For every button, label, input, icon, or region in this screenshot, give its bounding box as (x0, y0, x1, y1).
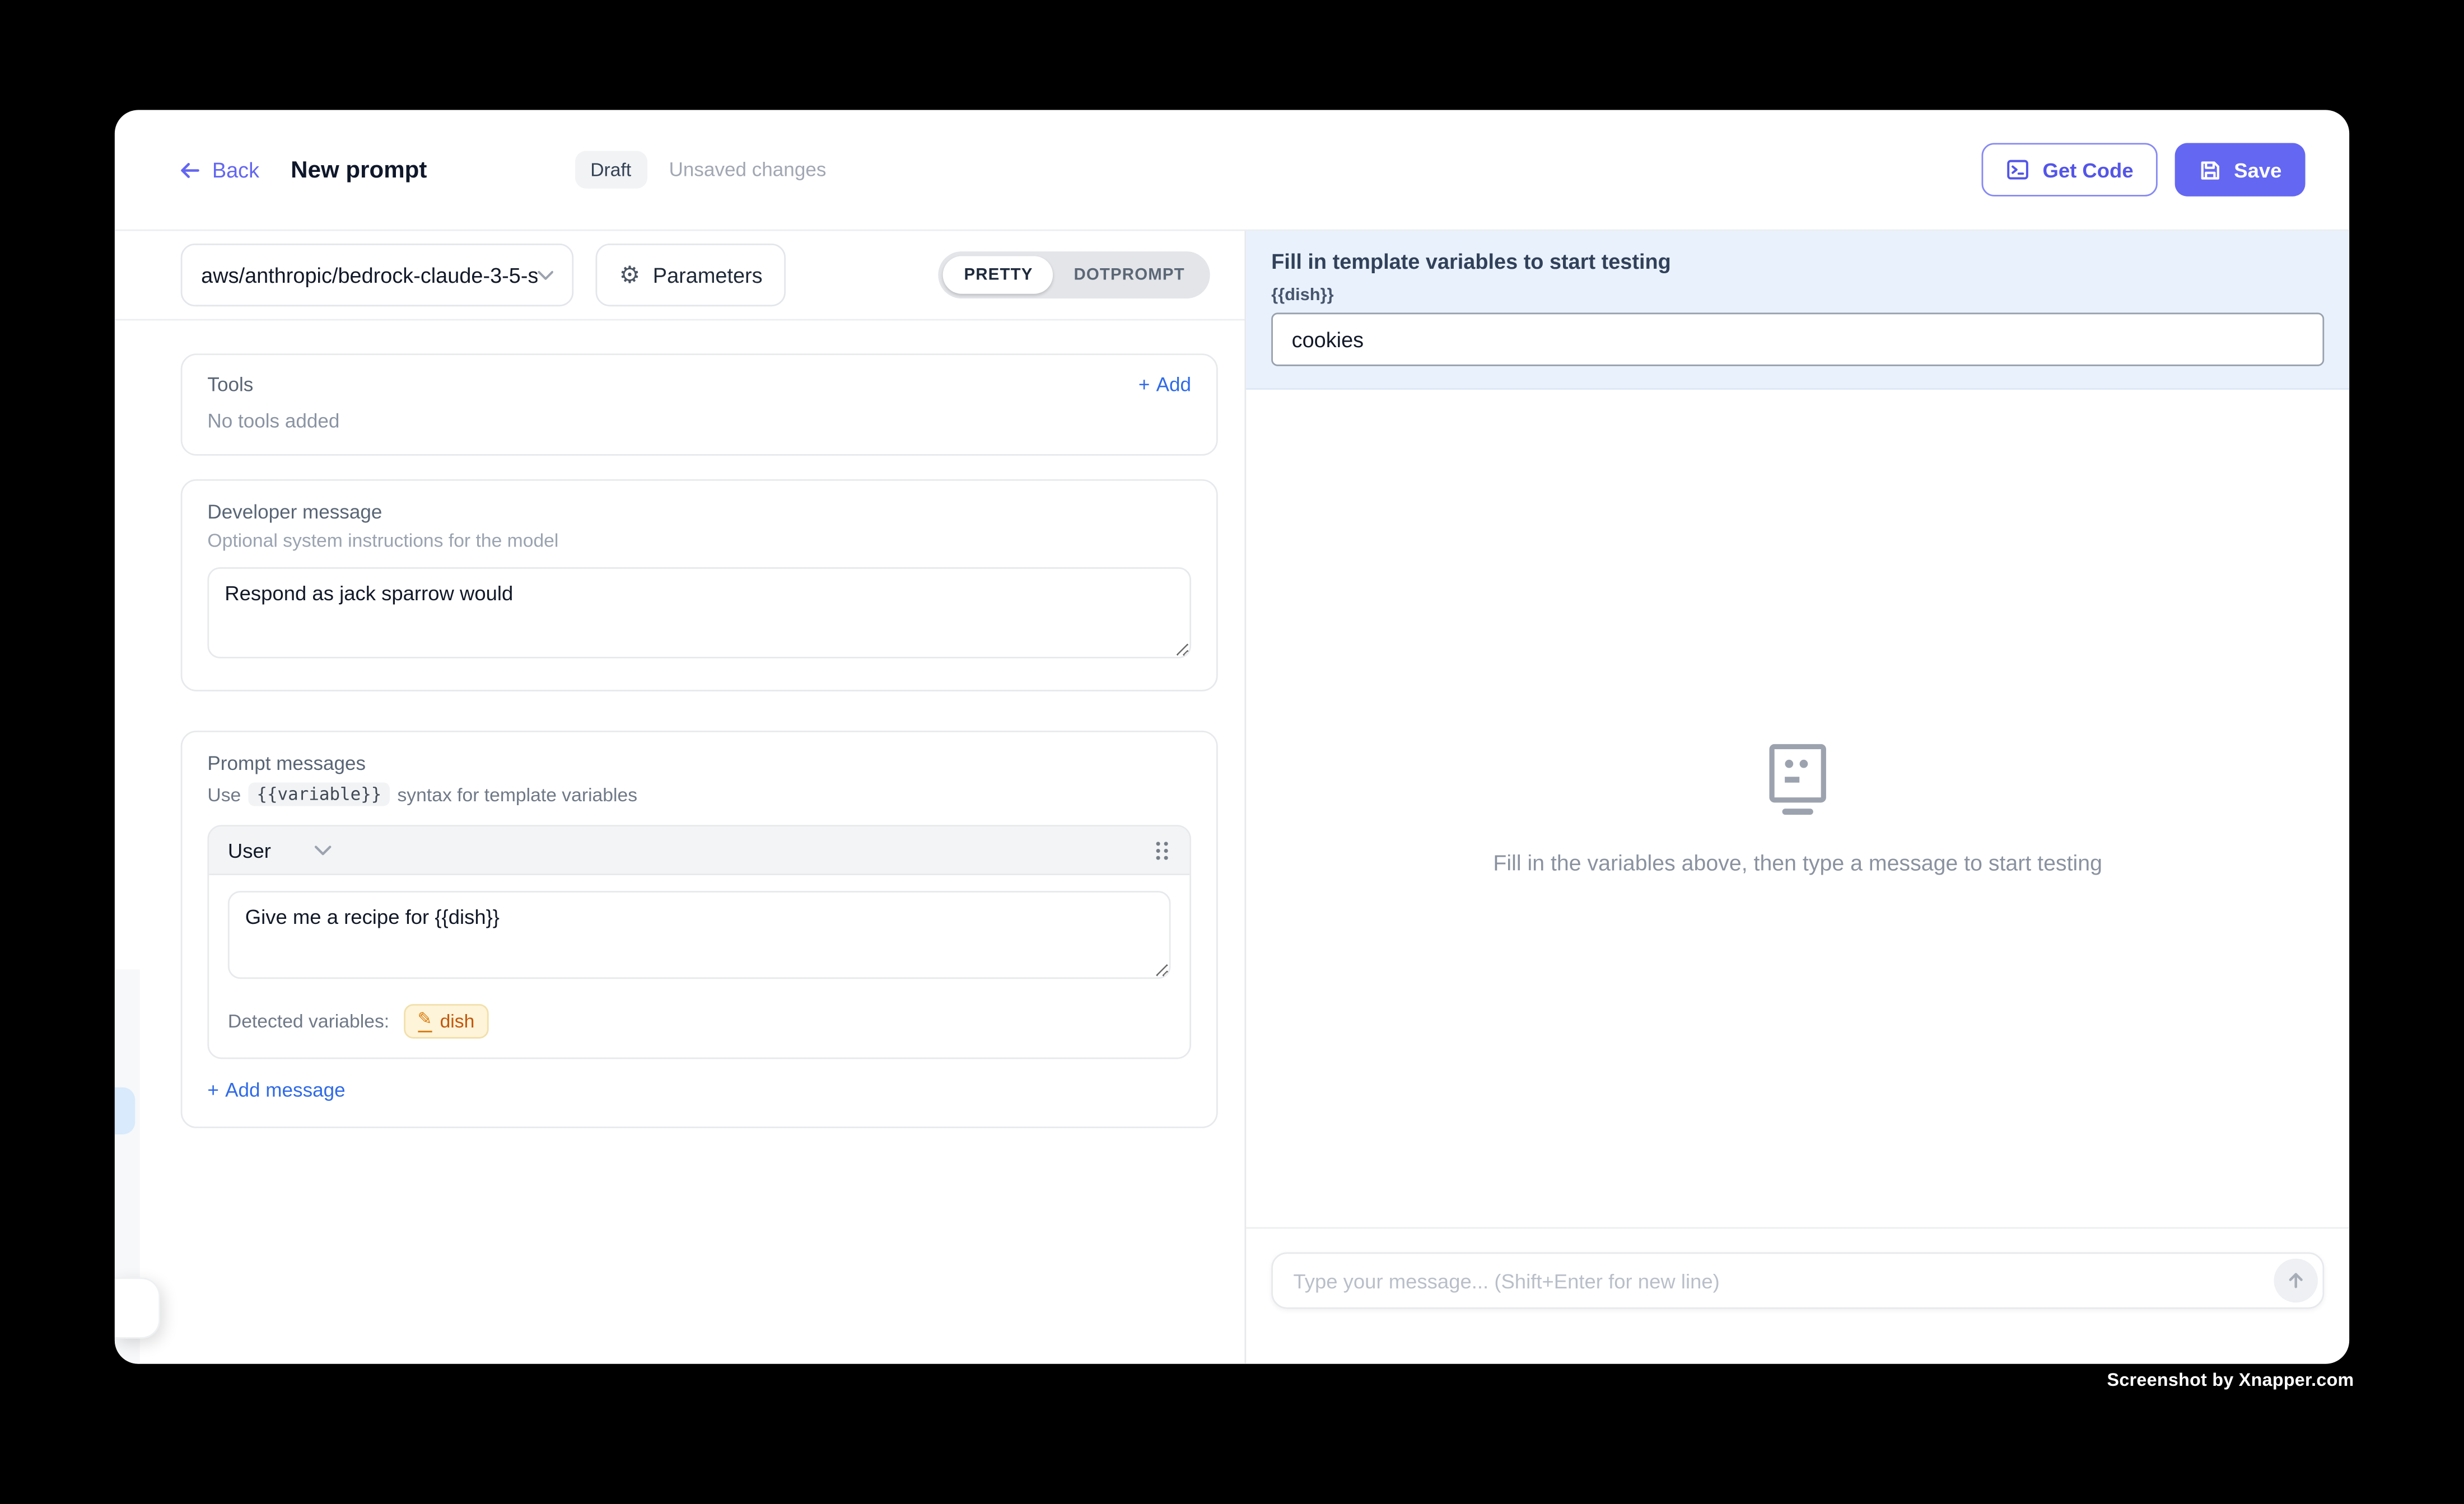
variable-chip-dish[interactable]: ✎ dish (403, 1004, 488, 1039)
chevron-down-icon (315, 844, 332, 856)
window-body: aws/anthropic/bedrock-claude-3-5-s... ⚙ … (115, 231, 2349, 1363)
add-message-button[interactable]: + Add message (207, 1080, 345, 1101)
developer-message-title: Developer message (207, 501, 1191, 523)
variable-syntax-hint: Use {{variable}} syntax for template var… (207, 782, 1191, 806)
screenshot-stage: Back New prompt Draft Unsaved changes Ge… (0, 0, 2464, 1503)
developer-message-subtitle: Optional system instructions for the mod… (207, 530, 1191, 552)
page-title: New prompt (291, 156, 427, 183)
variable-dish-label: {{dish}} (1271, 286, 2324, 305)
chevron-down-icon (537, 269, 553, 281)
prompt-messages-card: Prompt messages Use {{variable}} syntax … (181, 731, 1218, 1128)
chat-message-input[interactable] (1271, 1252, 2324, 1309)
terminal-icon (2005, 157, 2030, 183)
variable-chip-label: dish (440, 1010, 475, 1032)
window-header: Back New prompt Draft Unsaved changes Ge… (115, 110, 2349, 231)
model-selector[interactable]: aws/anthropic/bedrock-claude-3-5-s... (181, 244, 574, 306)
message-role-row: User (209, 826, 1189, 875)
save-icon (2198, 158, 2222, 181)
message-block: User (207, 825, 1191, 1059)
sidebar-peek-popover (115, 1277, 160, 1338)
add-message-label: Add message (225, 1080, 345, 1101)
hint-prefix: Use (207, 783, 241, 805)
tools-empty-text: No tools added (207, 410, 1191, 432)
add-tool-label: Add (1156, 374, 1191, 396)
xnapper-watermark: Screenshot by Xnapper.com (2107, 1372, 2354, 1391)
unsaved-changes-label: Unsaved changes (669, 158, 827, 180)
message-input[interactable]: Give me a recipe for {{dish}} (228, 891, 1171, 979)
role-chevron[interactable] (315, 844, 332, 856)
drag-handle[interactable] (1154, 838, 1171, 862)
tools-title: Tools (207, 374, 253, 396)
parameters-label: Parameters (653, 263, 763, 287)
developer-message-input[interactable]: Respond as jack sparrow would (207, 567, 1191, 658)
variables-banner-title: Fill in template variables to start test… (1271, 250, 2324, 273)
editor-panel: aws/anthropic/bedrock-claude-3-5-s... ⚙ … (115, 231, 1245, 1363)
pencil-icon: ✎ (418, 1011, 432, 1032)
save-button[interactable]: Save (2174, 143, 2306, 196)
empty-state-text: Fill in the variables above, then type a… (1493, 849, 2102, 875)
detected-variables-row: Detected variables: ✎ dish (228, 1004, 1171, 1039)
gear-icon: ⚙ (619, 263, 641, 287)
editor-toolbar: aws/anthropic/bedrock-claude-3-5-s... ⚙ … (115, 231, 1245, 320)
send-message-button[interactable] (2274, 1259, 2318, 1303)
variables-banner: Fill in template variables to start test… (1246, 231, 2349, 389)
arrow-up-icon (2285, 1269, 2307, 1291)
test-panel: Fill in template variables to start test… (1244, 231, 2349, 1363)
hint-suffix: syntax for template variables (397, 783, 637, 805)
detected-variables-label: Detected variables: (228, 1010, 389, 1032)
model-selector-value: aws/anthropic/bedrock-claude-3-5-s... (201, 263, 536, 287)
plus-icon: + (207, 1080, 219, 1101)
view-mode-toggle: PRETTY DOTPROMPT (939, 251, 1210, 298)
variable-dish-input[interactable] (1271, 312, 2324, 366)
prompt-editor-window: Back New prompt Draft Unsaved changes Ge… (115, 110, 2349, 1363)
tools-card: Tools + Add No tools added (181, 353, 1218, 455)
developer-message-card: Developer message Optional system instru… (181, 479, 1218, 692)
arrow-left-icon (178, 158, 201, 181)
message-body: Give me a recipe for {{dish}} Detected v… (209, 875, 1189, 1058)
back-label: Back (212, 158, 259, 181)
save-label: Save (2234, 158, 2281, 181)
back-button[interactable]: Back (178, 158, 259, 181)
editor-content: Tools + Add No tools added Developer mes… (115, 320, 1245, 1128)
tab-dotprompt[interactable]: DOTPROMPT (1053, 256, 1205, 293)
get-code-button[interactable]: Get Code (1981, 143, 2157, 196)
get-code-label: Get Code (2042, 158, 2133, 181)
grip-dots-icon (1154, 838, 1171, 862)
sidebar-peek-active-item[interactable] (115, 1087, 135, 1134)
prompt-messages-title: Prompt messages (207, 753, 1191, 774)
plus-icon: + (1138, 374, 1150, 396)
chat-composer (1246, 1227, 2349, 1364)
parameters-button[interactable]: ⚙ Parameters (596, 244, 786, 306)
bot-face-icon (1768, 742, 1828, 815)
variable-code-chip: {{variable}} (249, 782, 389, 806)
status-badge: Draft (575, 151, 647, 188)
add-tool-button[interactable]: + Add (1138, 374, 1191, 396)
chat-empty-area: Fill in the variables above, then type a… (1246, 390, 2349, 1227)
tab-pretty[interactable]: PRETTY (944, 256, 1053, 293)
role-select[interactable]: User (228, 838, 271, 862)
